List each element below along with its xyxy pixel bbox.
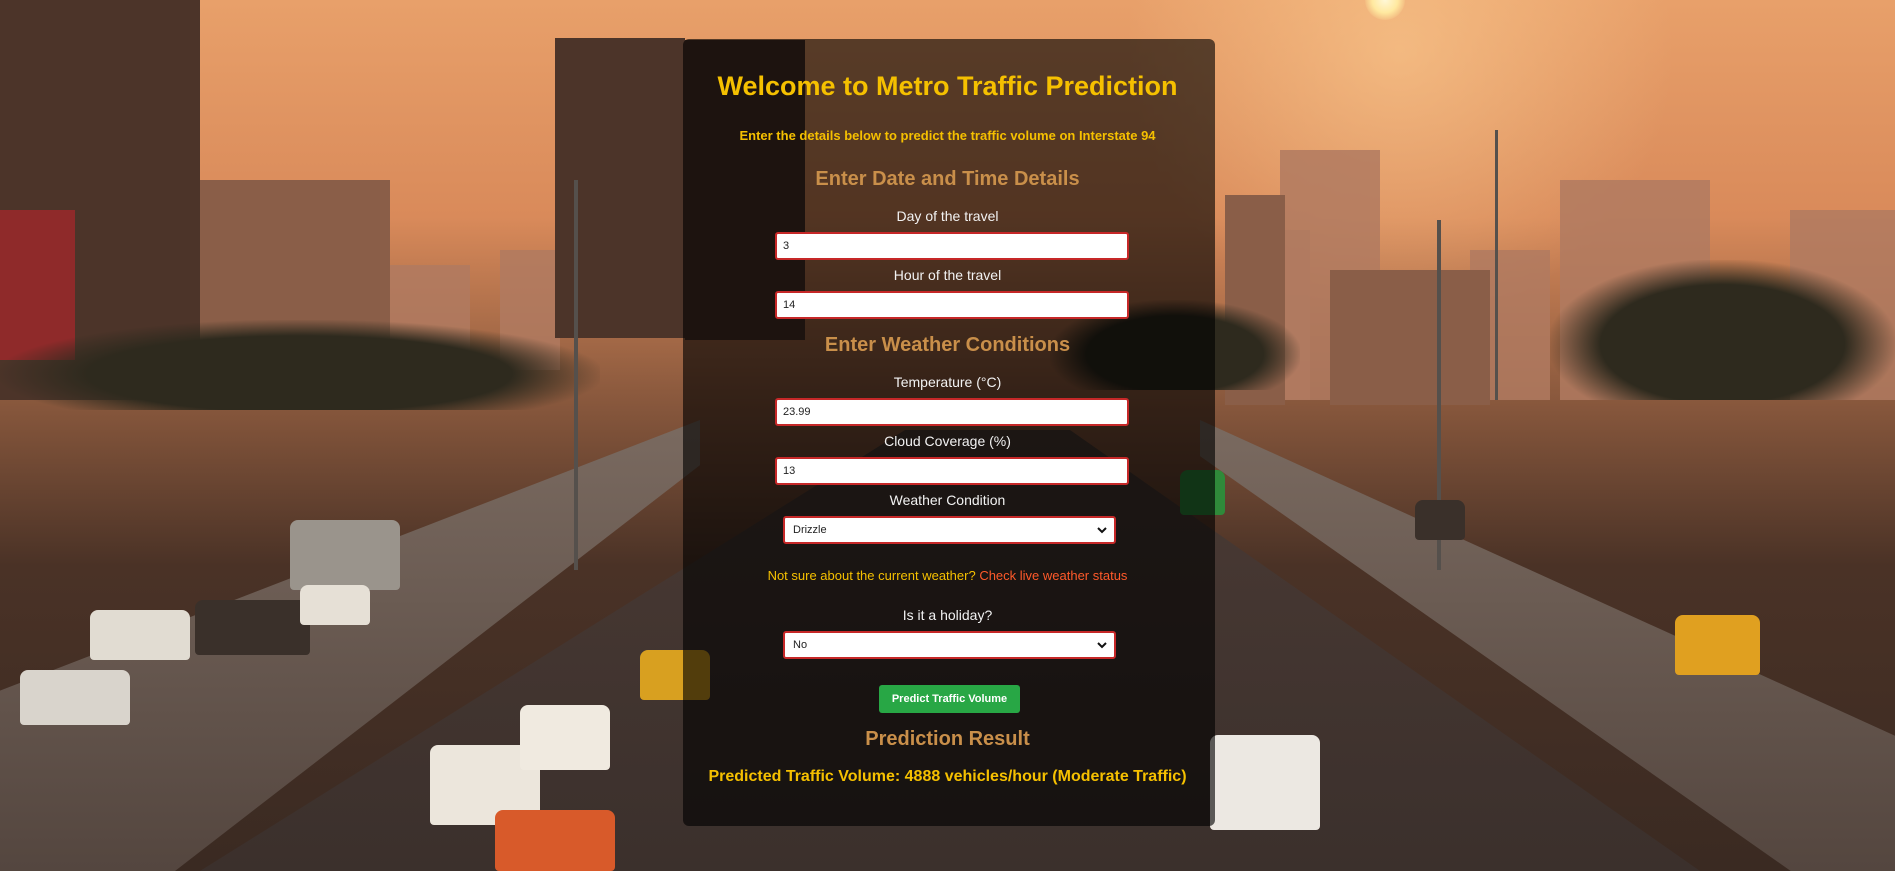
taxi [1675,615,1760,675]
car [20,670,130,725]
page-subtitle: Enter the details below to predict the t… [739,128,1156,143]
weather-tip-text: Not sure about the current weather? [767,568,976,583]
chevron-down-icon [1097,642,1107,649]
predict-button[interactable]: Predict Traffic Volume [879,685,1020,713]
weather-condition-select[interactable]: Drizzle [783,516,1116,544]
weather-heading: Enter Weather Conditions [824,334,1071,356]
temperature-input[interactable] [775,398,1129,426]
car [495,810,615,871]
hour-input[interactable] [775,291,1129,319]
weather-condition-value: Drizzle [793,524,827,536]
holiday-select[interactable]: No [783,631,1116,659]
result-heading: Prediction Result [865,728,1030,750]
chevron-down-icon [1097,527,1107,534]
day-input[interactable] [775,232,1129,260]
temperature-label: Temperature (°C) [893,374,1002,390]
cloud-coverage-label: Cloud Coverage (%) [884,433,1011,449]
weather-tip: Not sure about the current weather? Chec… [0,568,1895,583]
holiday-value: No [793,639,808,651]
date-time-heading: Enter Date and Time Details [815,168,1080,190]
cloud-coverage-input[interactable] [775,457,1129,485]
holiday-label: Is it a holiday? [902,607,993,623]
check-weather-link[interactable]: Check live weather status [979,568,1127,583]
page-title: Welcome to Metro Traffic Prediction [717,71,1178,101]
day-label: Day of the travel [896,208,999,224]
hour-label: Hour of the travel [893,267,1002,283]
weather-condition-label: Weather Condition [889,492,1006,508]
result-text: Predicted Traffic Volume: 4888 vehicles/… [708,768,1187,785]
